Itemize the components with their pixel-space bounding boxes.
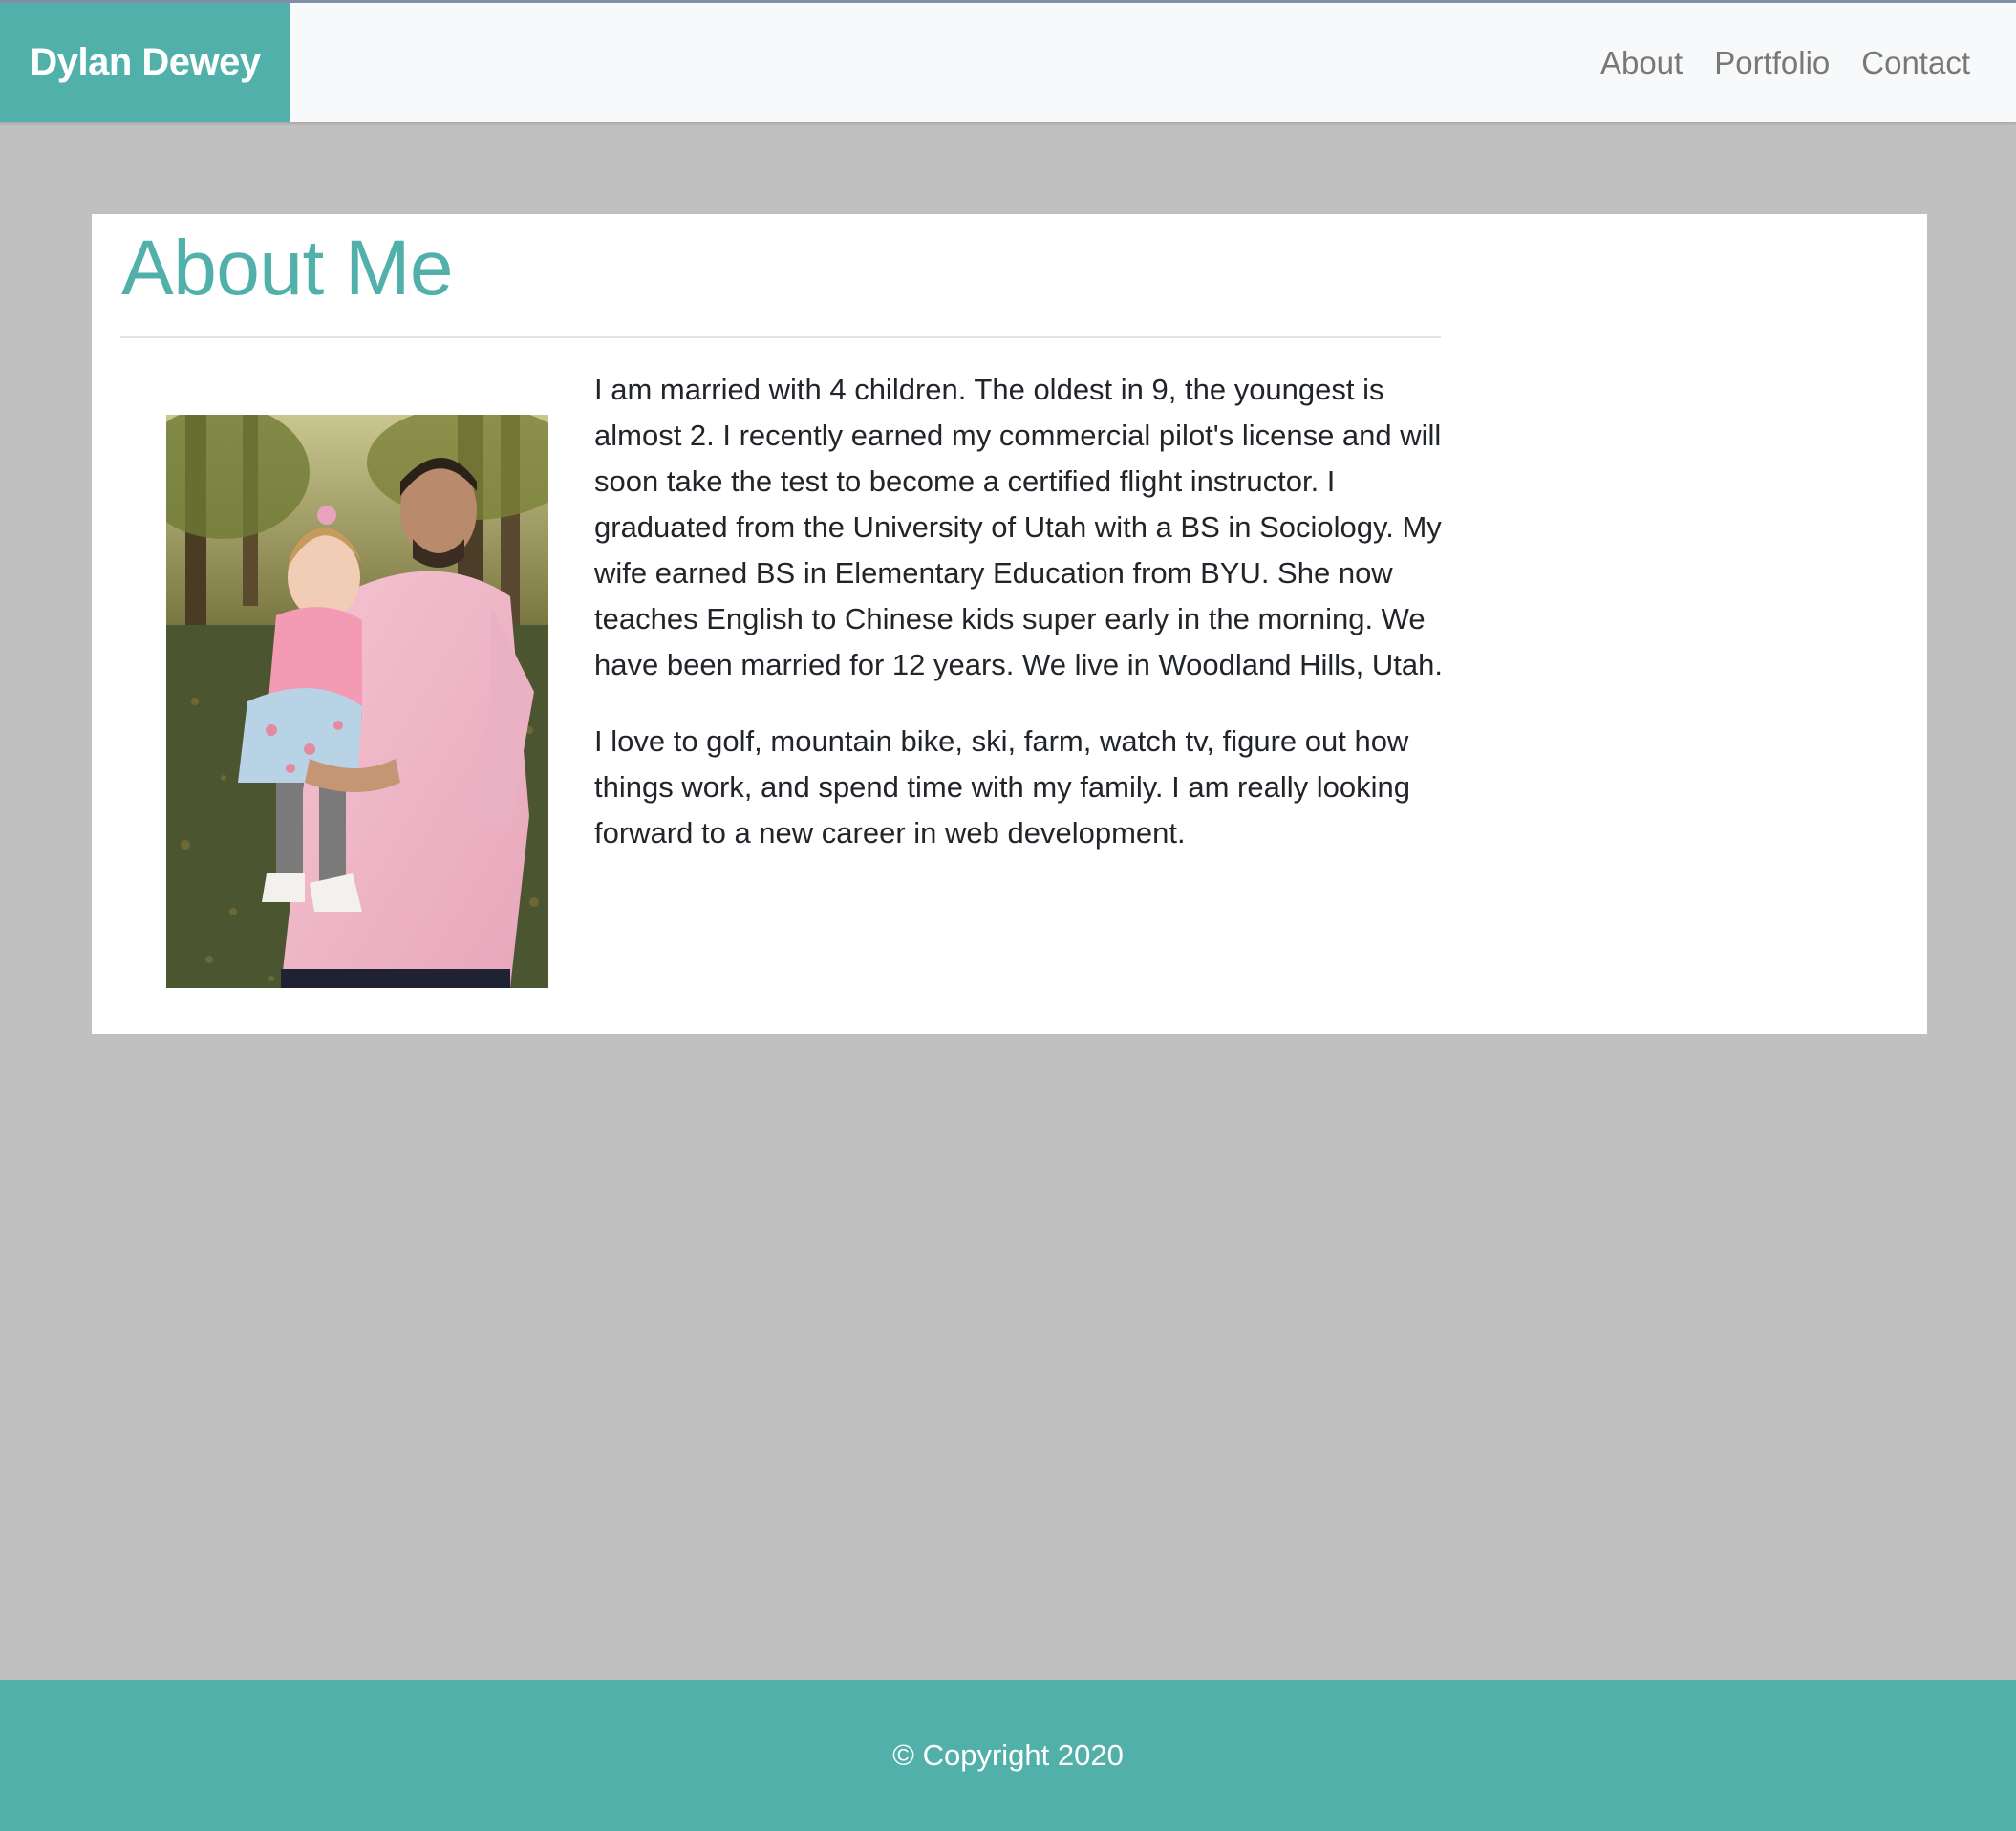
profile-photo	[166, 415, 548, 988]
footer: © Copyright 2020	[0, 1680, 2016, 1831]
brand-link[interactable]: Dylan Dewey	[0, 3, 290, 122]
nav-link-contact[interactable]: Contact	[1861, 45, 1970, 81]
page-title: About Me	[121, 225, 453, 312]
copyright-text: © Copyright 2020	[892, 1738, 1124, 1772]
about-card: About Me I am married with 4 children. T…	[92, 214, 1927, 1034]
bio-paragraph-hobbies: I love to golf, mountain bike, ski, farm…	[594, 724, 1410, 850]
navbar: Dylan Dewey About Portfolio Contact	[0, 0, 2016, 122]
nav-link-portfolio[interactable]: Portfolio	[1714, 45, 1830, 81]
nav-link-about[interactable]: About	[1600, 45, 1683, 81]
bio-text: I am married with 4 children. The oldest…	[594, 367, 1445, 887]
nav-links: About Portfolio Contact	[1600, 3, 1970, 122]
title-divider	[120, 336, 1441, 338]
bio-paragraph-family: I am married with 4 children. The oldest…	[594, 373, 1443, 681]
